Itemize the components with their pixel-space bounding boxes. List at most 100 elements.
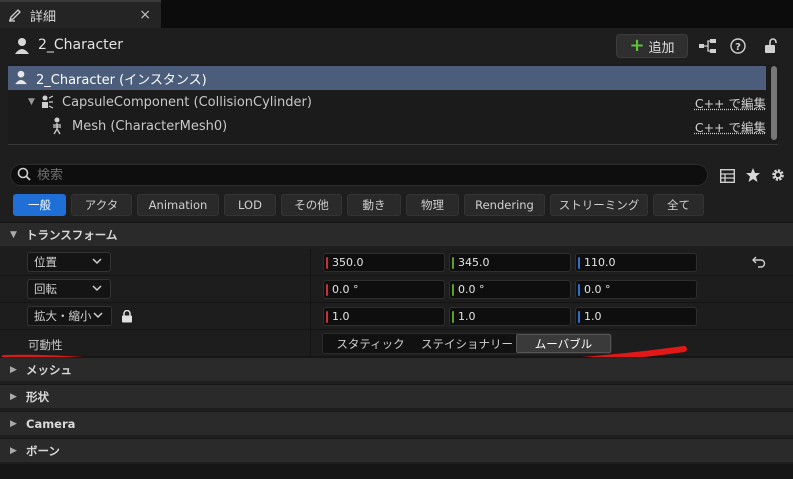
search-field[interactable] xyxy=(10,164,708,186)
tree-row-root[interactable]: 2_Character (インスタンス) xyxy=(8,66,766,90)
expand-arrow-icon: ▶ xyxy=(10,445,17,456)
scale-z-field[interactable] xyxy=(575,307,697,326)
collapse-arrow-icon[interactable]: ▼ xyxy=(28,97,35,107)
tree-row-mesh[interactable]: Mesh (CharacterMesh0) C++ で編集 xyxy=(8,114,766,138)
mobility-segmented-control[interactable]: スタティック ステイショナリー ムーバブル xyxy=(322,333,612,354)
scale-x-field[interactable] xyxy=(323,307,445,326)
mobility-option-movable[interactable]: ムーバブル xyxy=(516,334,611,353)
tree-row-capsule[interactable]: ▼ CapsuleComponent (CollisionCylinder) C… xyxy=(8,90,766,114)
scale-y-input[interactable] xyxy=(458,310,558,323)
z-axis-bar xyxy=(578,257,580,269)
scale-dropdown[interactable]: 拡大・縮小 xyxy=(27,306,112,326)
search-input[interactable] xyxy=(37,167,677,183)
scale-y-field[interactable] xyxy=(449,307,571,326)
skeleton-icon xyxy=(50,117,64,139)
x-axis-bar xyxy=(326,257,328,269)
add-label: 追加 xyxy=(648,40,675,56)
unlock-icon[interactable] xyxy=(760,35,782,57)
rotation-x-field[interactable] xyxy=(323,280,445,299)
rotation-y-field[interactable] xyxy=(449,280,571,299)
category-shape[interactable]: ▶ 形状 xyxy=(0,384,793,408)
category-bone[interactable]: ▶ ボーン xyxy=(0,438,793,462)
location-label: 位置 xyxy=(34,255,57,269)
rotation-dropdown[interactable]: 回転 xyxy=(27,279,111,299)
y-axis-bar xyxy=(452,257,454,269)
scale-x-input[interactable] xyxy=(332,310,432,323)
search-icon xyxy=(17,167,31,184)
chevron-down-icon xyxy=(93,308,103,325)
expand-arrow-icon: ▶ xyxy=(10,364,17,375)
lock-icon[interactable] xyxy=(121,309,133,323)
scale-row: 拡大・縮小 xyxy=(0,303,793,330)
location-row: 位置 xyxy=(0,249,793,276)
capsule-icon xyxy=(40,94,54,114)
mobility-option-stationary[interactable]: ステイショナリー xyxy=(418,334,516,353)
filter-movement[interactable]: 動き xyxy=(347,194,401,216)
tree-row-label: 2_Character (インスタンス) xyxy=(36,72,207,88)
tab-details[interactable]: 詳細 × xyxy=(0,0,161,28)
rotation-row: 回転 xyxy=(0,276,793,303)
mobility-label: 可動性 xyxy=(28,338,63,352)
panel-footer xyxy=(0,464,793,479)
category-label: Camera xyxy=(26,416,76,431)
y-axis-bar xyxy=(452,284,454,296)
location-dropdown[interactable]: 位置 xyxy=(27,252,111,272)
category-label: 形状 xyxy=(26,389,49,404)
location-x-field[interactable] xyxy=(323,253,445,272)
mobility-option-static[interactable]: スタティック xyxy=(323,334,418,353)
expand-arrow-icon: ▶ xyxy=(10,418,17,429)
filter-misc[interactable]: その他 xyxy=(281,194,342,216)
filter-general[interactable]: 一般 xyxy=(13,194,66,216)
edit-in-cpp-link[interactable]: C++ で編集 xyxy=(695,117,766,136)
location-y-input[interactable] xyxy=(458,256,558,269)
table-view-icon[interactable] xyxy=(716,165,738,187)
plus-icon: + xyxy=(629,35,645,56)
filter-streaming[interactable]: ストリーミング xyxy=(550,194,648,216)
actor-icon xyxy=(14,37,30,55)
filter-animation[interactable]: Animation xyxy=(137,194,219,216)
chevron-down-icon xyxy=(92,254,102,271)
close-icon[interactable]: × xyxy=(139,7,151,23)
collapse-arrow-icon: ▼ xyxy=(10,229,17,240)
gear-icon[interactable] xyxy=(767,164,789,186)
category-transform[interactable]: ▼ トランスフォーム xyxy=(0,222,793,246)
mobility-row: 可動性 スタティック ステイショナリー ムーバブル xyxy=(0,330,793,357)
category-label: メッシュ xyxy=(26,362,72,377)
filter-rendering[interactable]: Rendering xyxy=(464,194,545,216)
filter-physics[interactable]: 物理 xyxy=(406,194,459,216)
help-icon[interactable]: ? xyxy=(727,35,749,57)
location-x-input[interactable] xyxy=(332,256,432,269)
blueprint-icon[interactable] xyxy=(697,35,719,57)
rotation-z-field[interactable] xyxy=(575,280,697,299)
reset-to-default-icon[interactable] xyxy=(752,254,766,272)
category-label: ボーン xyxy=(26,443,60,458)
tree-scrollbar[interactable] xyxy=(771,66,777,140)
svg-text:?: ? xyxy=(735,42,741,53)
category-camera[interactable]: ▶ Camera xyxy=(0,411,793,435)
rotation-y-input[interactable] xyxy=(458,283,558,296)
chevron-down-icon xyxy=(92,281,102,298)
star-icon[interactable] xyxy=(742,164,764,186)
filter-lod[interactable]: LOD xyxy=(224,194,276,216)
category-label: トランスフォーム xyxy=(26,227,118,242)
rotation-x-input[interactable] xyxy=(332,283,432,296)
pencil-icon xyxy=(8,8,22,22)
scale-z-input[interactable] xyxy=(584,310,684,323)
z-axis-bar xyxy=(578,284,580,296)
x-axis-bar xyxy=(326,311,328,323)
location-y-field[interactable] xyxy=(449,253,571,272)
filter-all[interactable]: 全て xyxy=(653,194,704,216)
add-component-button[interactable]: + 追加 xyxy=(616,34,688,58)
location-z-input[interactable] xyxy=(584,256,684,269)
tree-row-label: Mesh (CharacterMesh0) xyxy=(72,118,228,134)
z-axis-bar xyxy=(578,311,580,323)
actor-icon xyxy=(14,70,28,89)
x-axis-bar xyxy=(326,284,328,296)
location-z-field[interactable] xyxy=(575,253,697,272)
rotation-z-input[interactable] xyxy=(584,283,684,296)
category-mesh[interactable]: ▶ メッシュ xyxy=(0,357,793,381)
edit-in-cpp-link[interactable]: C++ で編集 xyxy=(695,93,766,112)
tab-title: 詳細 xyxy=(30,9,57,25)
filter-actor[interactable]: アクタ xyxy=(71,194,132,216)
expand-arrow-icon: ▶ xyxy=(10,391,17,402)
